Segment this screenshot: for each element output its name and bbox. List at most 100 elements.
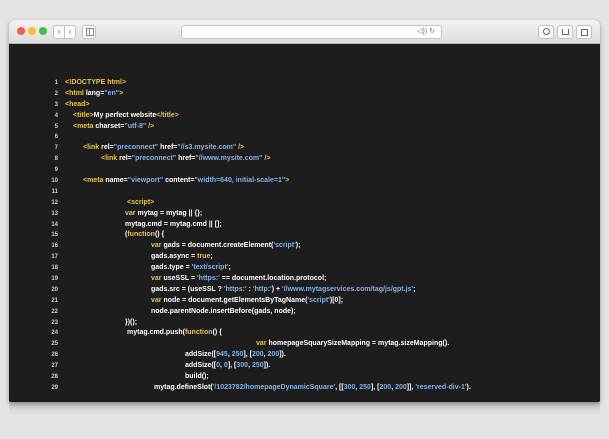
code-line: 2 <html lang="en"> xyxy=(9,89,600,100)
code-line: 13 var mytag = mytag || {}; xyxy=(9,209,600,220)
code-line: 3 <head> xyxy=(9,100,600,111)
line-number: 20 xyxy=(51,286,58,293)
code-text: gads.type = 'text/script'; xyxy=(151,263,231,274)
code-token-pl: build(); xyxy=(185,373,209,381)
line-number: 22 xyxy=(51,308,58,315)
share-button[interactable] xyxy=(557,25,573,39)
zoom-window-button[interactable] xyxy=(39,27,47,35)
code-line: 12 <script> xyxy=(9,198,600,209)
code-token-num: 200 xyxy=(267,351,280,359)
line-number: 7 xyxy=(54,145,58,152)
code-line: 1 <!DOCTYPE html> xyxy=(9,78,600,89)
code-line: 11 xyxy=(9,187,600,198)
code-token-pl: ); xyxy=(295,242,301,250)
code-text: var mytag = mytag || {}; xyxy=(125,209,202,220)
minimize-window-button[interactable] xyxy=(28,27,36,35)
line-number: 13 xyxy=(51,210,58,217)
line-number: 2 xyxy=(54,90,58,97)
share-icon xyxy=(561,29,569,35)
code-token-str: 'http:' xyxy=(252,285,272,293)
code-token-str: "utf-8" xyxy=(124,122,147,130)
code-token-pl: node.parentNode.insertBefore(gads, node)… xyxy=(151,307,296,315)
code-token-pl: == document.location.protocol; xyxy=(219,275,327,283)
code-token-str: "//www.mysite.com" xyxy=(195,155,263,163)
code-token-pl: , [[ xyxy=(335,383,344,391)
code-text: var useSSL = 'https:' == document.locati… xyxy=(151,274,326,285)
line-number: 15 xyxy=(51,232,58,239)
code-token-pl: ). xyxy=(466,383,471,391)
address-bar[interactable]: ◁)) ↻ xyxy=(181,25,442,39)
code-text: <link rel="preconnect" href="//s3.mysite… xyxy=(83,143,244,154)
code-token-str: 'reserved-div-1' xyxy=(415,383,467,391)
code-token-str: '//www.mytagservices.com/tag/js/gpt.js' xyxy=(282,285,414,293)
code-token-tag: <!DOCTYPE html> xyxy=(65,79,127,86)
code-token-pl: mytag.cmd.push( xyxy=(127,329,185,337)
code-text: mytag.defineSlot('/1023782/homepageDynam… xyxy=(154,383,471,394)
line-number: 11 xyxy=(51,188,58,195)
code-line: 18 gads.type = 'text/script'; xyxy=(9,263,600,274)
line-number: 26 xyxy=(51,352,58,359)
code-token-str: "en" xyxy=(104,89,120,97)
code-token-tag: /> xyxy=(146,122,155,130)
code-token-pl: addSize([ xyxy=(185,351,217,359)
code-line: 21 var node = document.getElementsByTagNa… xyxy=(9,296,600,307)
line-number: 28 xyxy=(51,374,58,381)
code-token-tag: /> xyxy=(262,155,271,163)
info-button[interactable] xyxy=(538,25,554,39)
code-token-pl: addSize([ xyxy=(185,362,217,370)
code-token-pl: ; xyxy=(228,264,231,272)
code-editor[interactable]: 1 <!DOCTYPE html> 2 <html lang="en"> 3 <head>… xyxy=(9,44,600,402)
code-token-tag: <meta xyxy=(73,122,96,130)
line-number: 19 xyxy=(51,276,58,283)
code-token-pl: mytag.defineSlot( xyxy=(154,383,213,391)
code-token-kw: var xyxy=(151,242,164,250)
line-number: 4 xyxy=(54,112,58,119)
code-token-tag: <link xyxy=(101,155,120,163)
line-number: 6 xyxy=(54,134,58,141)
code-token-attr: name= xyxy=(105,177,128,185)
code-line: 28 build(); xyxy=(9,372,600,383)
code-token-num: 250 xyxy=(251,362,264,370)
code-text: <html lang="en"> xyxy=(65,89,123,100)
code-token-attr: href= xyxy=(176,155,196,163)
code-text: <meta name="viewport" content="width=640… xyxy=(83,176,289,187)
line-number: 3 xyxy=(54,101,58,108)
code-line: 27 addSize([0, 0], [300, 250]). xyxy=(9,361,600,372)
code-token-tag: /> xyxy=(236,144,245,152)
code-token-pl: ]). xyxy=(279,351,286,359)
code-token-attr: href= xyxy=(158,144,178,152)
browser-window: ‹ › ◁)) ↻ 1 <!DOCTYPE html> 2 <html lang="e… xyxy=(9,20,600,402)
code-token-kw: function xyxy=(184,329,213,337)
code-token-str: "viewport" xyxy=(127,177,164,185)
line-number: 10 xyxy=(51,178,58,185)
code-token-num: 200 xyxy=(395,383,407,391)
code-text: <script> xyxy=(127,198,154,209)
tabs-button[interactable] xyxy=(576,25,592,39)
code-token-pl: ]). xyxy=(263,362,271,370)
code-line: 9 xyxy=(9,165,600,176)
code-text: var homepageSquarySizeMapping = mytag.si… xyxy=(256,339,449,350)
code-token-pl: gads.src = (useSSL ? xyxy=(151,285,224,293)
code-token-tag: </title> xyxy=(156,111,179,119)
code-line: 22 node.parentNode.insertBefore(gads, nod… xyxy=(9,307,600,318)
line-number: 5 xyxy=(54,123,58,130)
code-token-pl: gads = document.createElement( xyxy=(163,242,274,250)
line-number: 18 xyxy=(51,265,58,272)
code-line: 29 mytag.defineSlot('/1023782/homepageDyn… xyxy=(9,383,600,394)
code-text: })(); xyxy=(125,318,137,329)
audio-reload-icons[interactable]: ◁)) ↻ xyxy=(417,26,435,38)
sidebar-toggle-button[interactable] xyxy=(82,25,96,39)
code-token-str: 'https:' xyxy=(197,275,220,283)
code-token-kw: function xyxy=(127,231,155,239)
code-token-pl: ; xyxy=(210,253,213,261)
forward-button[interactable]: › xyxy=(64,25,76,39)
code-line: 23})(); xyxy=(9,318,600,329)
code-text: <link rel="preconnect" href="//www.mysit… xyxy=(101,154,270,165)
close-window-button[interactable] xyxy=(17,27,25,35)
code-token-kw: var xyxy=(256,340,269,348)
code-line: 24 mytag.cmd.push(function() { xyxy=(9,328,600,339)
code-token-tag: > xyxy=(285,177,290,185)
info-icon xyxy=(542,28,550,35)
code-text: gads.async = true; xyxy=(151,252,213,263)
line-number: 8 xyxy=(54,156,58,163)
